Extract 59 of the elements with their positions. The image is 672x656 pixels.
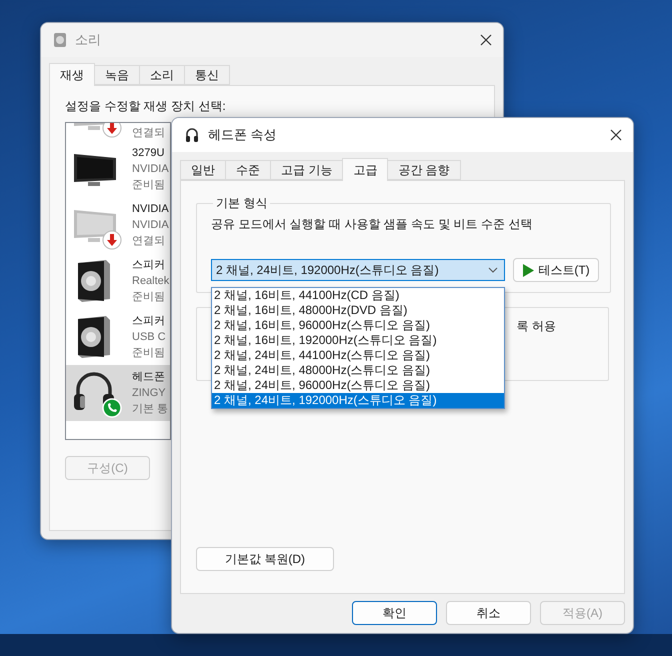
close-icon[interactable]	[479, 33, 493, 47]
device-name: 헤드폰	[132, 370, 166, 385]
format-option[interactable]: 2 채널, 24비트, 96000Hz(스튜디오 음질)	[212, 378, 504, 393]
device-status: 기본 통	[132, 402, 168, 417]
format-option[interactable]: 2 채널, 24비트, 192000Hz(스튜디오 음질)	[212, 393, 504, 408]
restore-defaults-button[interactable]: 기본값 복원(D)	[196, 547, 334, 571]
device-item[interactable]: 연결되	[66, 123, 170, 141]
prompt-text: 설정을 수정할 재생 장치 선택:	[65, 98, 227, 115]
tab[interactable]: 일반	[180, 160, 226, 180]
test-button[interactable]: 테스트(T)	[513, 258, 599, 282]
device-name: NVIDIA	[132, 202, 169, 217]
format-option[interactable]: 2 채널, 16비트, 44100Hz(CD 음질)	[212, 288, 504, 303]
device-status: 연결되	[132, 126, 165, 141]
format-option[interactable]: 2 채널, 24비트, 48000Hz(스튜디오 음질)	[212, 363, 504, 378]
tab[interactable]: 녹음	[94, 65, 140, 85]
speaker-icon	[76, 259, 112, 303]
tab[interactable]: 재생	[49, 63, 95, 86]
tab[interactable]: 소리	[139, 65, 185, 85]
format-option[interactable]: 2 채널, 16비트, 192000Hz(스튜디오 음질)	[212, 333, 504, 348]
format-option[interactable]: 2 채널, 24비트, 44100Hz(스튜디오 음질)	[212, 348, 504, 363]
description-text: 공유 모드에서 실행할 때 사용할 샘플 속도 및 비트 수준 선택	[211, 216, 534, 233]
format-option[interactable]: 2 채널, 16비트, 96000Hz(스튜디오 음질)	[212, 318, 504, 333]
device-status: 준비됨	[132, 290, 166, 305]
device-status: 준비됨	[132, 178, 166, 193]
headphones-icon	[184, 127, 200, 143]
device-item[interactable]: 스피커 USB C 준비됨	[66, 309, 170, 365]
speaker-icon	[53, 32, 67, 48]
dialog-button[interactable]: 취소	[446, 601, 531, 625]
device-detail: ZINGY	[132, 386, 167, 401]
device-status: 연결되	[132, 234, 166, 249]
format-select[interactable]: 2 채널, 24비트, 192000Hz(스튜디오 음질)	[211, 259, 505, 281]
format-option[interactable]: 2 채널, 16비트, 48000Hz(DVD 음질)	[212, 303, 504, 318]
device-name: 3279U	[132, 146, 166, 161]
close-icon[interactable]	[609, 128, 623, 142]
device-name: 스피커	[132, 314, 166, 329]
tab[interactable]: 통신	[184, 65, 230, 85]
device-list[interactable]: 연결되 3279U NVIDIA 준비됨 NVIDIA NVIDIA 연결되 스피커 Realtek 준비됨 스피커 USB C 준비됨 헤드폰 ZINGY 기본 통	[65, 122, 171, 440]
speaker-icon	[76, 315, 112, 359]
device-item[interactable]: NVIDIA NVIDIA 연결되	[66, 197, 170, 253]
tab[interactable]: 공간 음향	[387, 160, 461, 180]
device-name: 스피커	[132, 258, 166, 273]
device-status: 준비됨	[132, 346, 166, 361]
device-item[interactable]: 헤드폰 ZINGY 기본 통	[66, 365, 170, 421]
tab[interactable]: 고급 기능	[270, 160, 344, 180]
device-detail: NVIDIA	[132, 218, 169, 233]
device-detail: USB C	[132, 330, 166, 345]
device-detail: NVIDIA	[132, 162, 169, 177]
device-item[interactable]: 3279U NVIDIA 준비됨	[66, 141, 170, 197]
device-detail: Realtek	[132, 274, 170, 289]
play-icon	[522, 264, 534, 276]
device-item[interactable]: 스피커 Realtek 준비됨	[66, 253, 170, 309]
dialog-button[interactable]: 확인	[352, 601, 437, 625]
tab[interactable]: 수준	[225, 160, 271, 180]
window-title: 소리	[75, 31, 102, 49]
chevron-down-icon	[488, 267, 498, 273]
group-title: 기본 형식	[215, 195, 268, 212]
tab[interactable]: 고급	[342, 158, 388, 181]
option-text: 록 허용	[516, 318, 556, 335]
window-title: 헤드폰 속성	[208, 126, 278, 144]
